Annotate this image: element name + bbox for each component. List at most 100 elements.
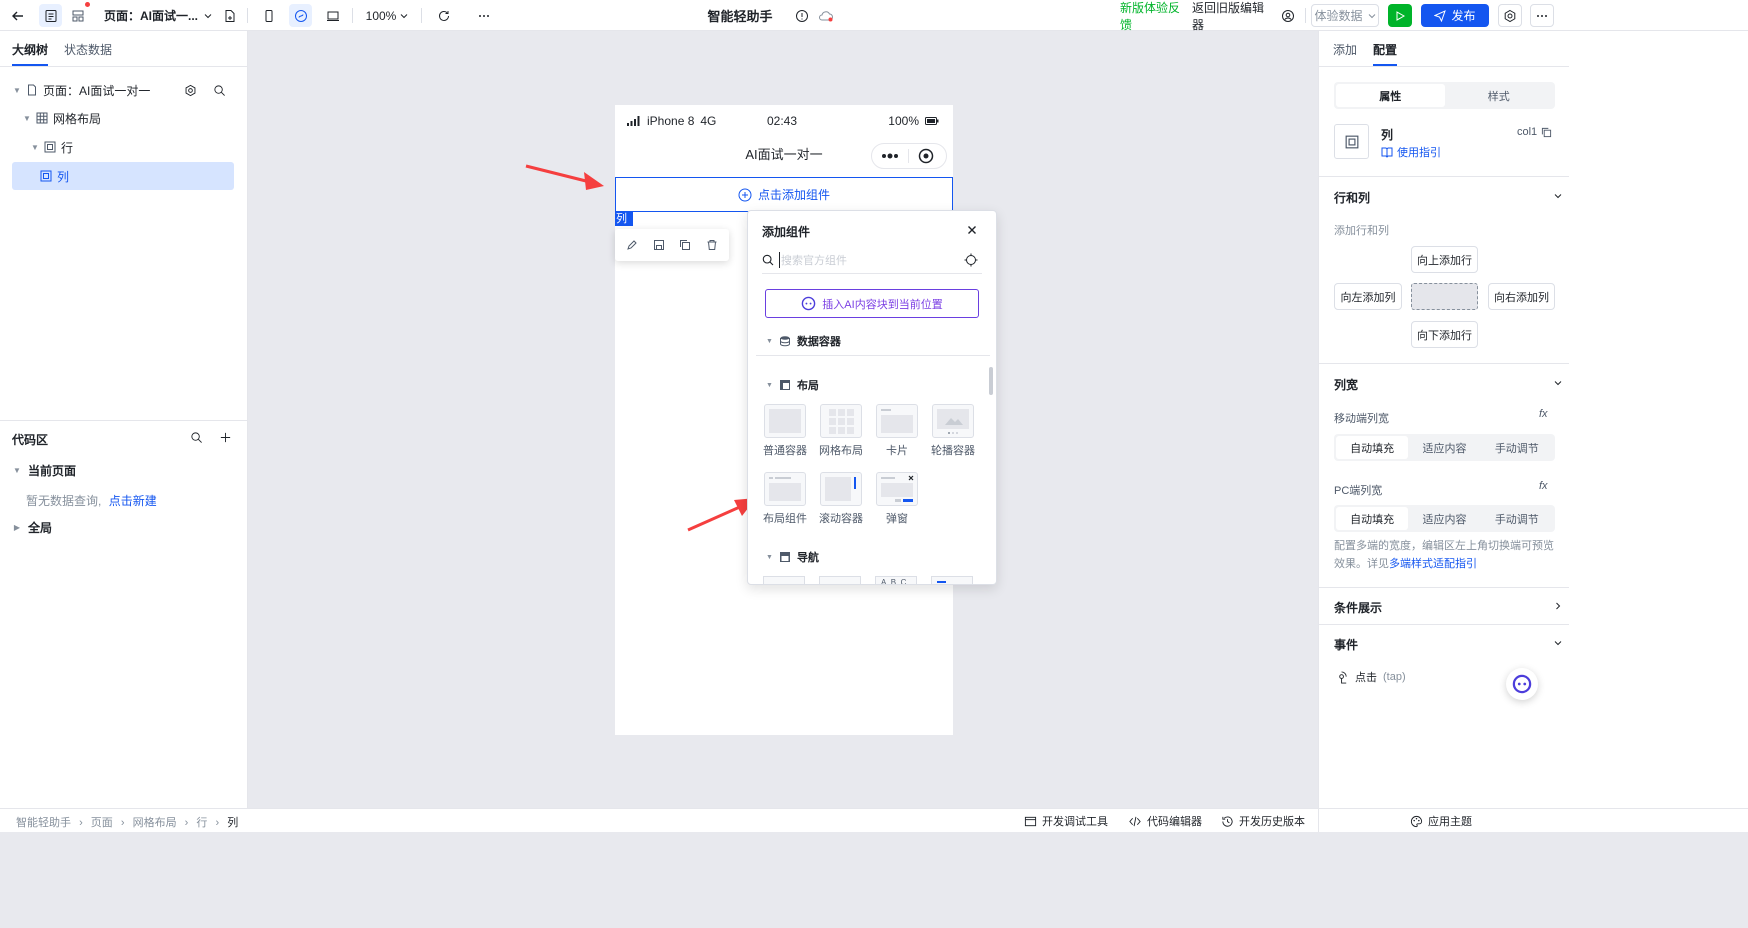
- code-editor-button[interactable]: 代码编辑器: [1128, 813, 1202, 829]
- add-component-slot[interactable]: 点击添加组件: [615, 177, 953, 212]
- gear-icon[interactable]: [184, 84, 197, 97]
- layout-view-icon[interactable]: [66, 2, 90, 27]
- category-nav[interactable]: ▼ 导航: [766, 549, 819, 565]
- comp-modal[interactable]: 弹窗: [875, 472, 919, 526]
- ai-assistant-button[interactable]: [1506, 668, 1538, 700]
- category-layout[interactable]: ▼ 布局: [766, 377, 819, 393]
- option-manual[interactable]: 手动调节: [1481, 507, 1553, 530]
- run-button[interactable]: [1388, 4, 1412, 27]
- create-query-link[interactable]: 点击新建: [109, 494, 157, 508]
- option-fit-content[interactable]: 适应内容: [1408, 507, 1480, 530]
- chevron-right-icon[interactable]: [1553, 601, 1563, 611]
- section-events-title[interactable]: 事件: [1334, 636, 1358, 653]
- section-rows-cols-title[interactable]: 行和列: [1334, 189, 1370, 206]
- copy-icon[interactable]: [679, 239, 691, 251]
- page-view-icon[interactable]: [39, 4, 62, 27]
- breadcrumb-item[interactable]: 智能轻助手: [16, 817, 71, 829]
- add-row-below-button[interactable]: 向下添加行: [1411, 321, 1478, 348]
- search-icon[interactable]: [213, 84, 226, 97]
- locate-icon[interactable]: [964, 253, 978, 267]
- option-auto-fill[interactable]: 自动填充: [1336, 436, 1409, 459]
- tab-outline-tree[interactable]: 大纲树: [12, 41, 49, 66]
- save-icon[interactable]: [653, 239, 665, 251]
- tab-state-data[interactable]: 状态数据: [64, 41, 112, 66]
- close-icon[interactable]: [967, 225, 977, 235]
- experience-data-select[interactable]: 体验数据: [1311, 4, 1379, 27]
- formula-icon[interactable]: fx: [1539, 408, 1548, 420]
- back-arrow-icon[interactable]: [6, 4, 29, 27]
- section-condition-title[interactable]: 条件展示: [1334, 599, 1382, 616]
- multi-end-style-guide-link[interactable]: 多端样式适配指引: [1389, 558, 1477, 570]
- copy-icon[interactable]: [1541, 127, 1552, 138]
- event-tap[interactable]: 点击 (tap): [1336, 669, 1406, 685]
- tab-style[interactable]: 样式: [1445, 84, 1554, 107]
- history-button[interactable]: 开发历史版本: [1221, 813, 1305, 829]
- comp-layout-widget[interactable]: 布局组件: [763, 472, 807, 526]
- comp-grid-layout[interactable]: 网格布局: [819, 404, 863, 458]
- mobile-device-icon[interactable]: [257, 4, 280, 27]
- dev-tools-button[interactable]: 开发调试工具: [1024, 813, 1108, 829]
- close-circle-icon[interactable]: [918, 148, 934, 164]
- chevron-down-icon[interactable]: [1553, 378, 1563, 388]
- refresh-icon[interactable]: [432, 4, 455, 27]
- app-theme-button[interactable]: 应用主题: [1410, 813, 1472, 829]
- breadcrumb-item[interactable]: 行: [196, 817, 207, 829]
- nav-item-thumb-2[interactable]: [819, 576, 861, 584]
- more-menu-button[interactable]: [1530, 4, 1554, 27]
- desktop-device-icon[interactable]: [321, 4, 344, 27]
- publish-button[interactable]: 发布: [1421, 4, 1489, 27]
- comp-carousel[interactable]: 轮播容器: [931, 404, 975, 458]
- cloud-sync-icon[interactable]: [814, 4, 837, 27]
- option-fit-content[interactable]: 适应内容: [1408, 436, 1480, 459]
- delete-icon[interactable]: [706, 239, 718, 251]
- info-icon[interactable]: [790, 4, 813, 27]
- tab-add[interactable]: 添加: [1333, 41, 1357, 66]
- add-col-right-button[interactable]: 向右添加列: [1488, 283, 1555, 310]
- chevron-down-icon[interactable]: [1553, 191, 1563, 201]
- tree-item-column[interactable]: 列: [12, 162, 234, 190]
- nav-item-thumb-1[interactable]: [763, 576, 805, 584]
- comp-card[interactable]: 卡片: [875, 404, 919, 458]
- add-row-above-button[interactable]: 向上添加行: [1411, 246, 1478, 273]
- more-icon[interactable]: [472, 4, 495, 27]
- breadcrumb-item[interactable]: 网格布局: [133, 817, 177, 829]
- capsule-button[interactable]: [871, 143, 947, 169]
- page-selector[interactable]: 页面：AI面试一...: [104, 4, 212, 27]
- component-search[interactable]: 搜索官方组件: [762, 246, 982, 274]
- tab-config[interactable]: 配置: [1373, 41, 1398, 66]
- settings-button[interactable]: [1498, 4, 1522, 27]
- breadcrumb-item-current[interactable]: 列: [227, 817, 238, 829]
- nav-item-thumb-3[interactable]: A B C: [875, 576, 917, 584]
- back-old-editor-link[interactable]: 返回旧版编辑器: [1192, 1, 1270, 32]
- ai-insert-button[interactable]: 插入AI内容块到当前位置: [765, 289, 979, 318]
- popup-scrollbar[interactable]: [989, 367, 993, 395]
- new-page-icon[interactable]: [218, 4, 241, 27]
- search-icon[interactable]: [190, 431, 203, 444]
- tab-attributes[interactable]: 属性: [1336, 84, 1445, 107]
- miniprogram-device-icon[interactable]: [289, 4, 312, 27]
- zoom-selector[interactable]: 100%: [362, 4, 412, 27]
- user-icon[interactable]: [1276, 4, 1299, 27]
- tree-item-grid[interactable]: ▼ 网格布局: [12, 104, 234, 132]
- plus-icon[interactable]: [219, 431, 232, 444]
- formula-icon[interactable]: fx: [1539, 480, 1548, 492]
- category-data-container[interactable]: ▼ 数据容器: [766, 333, 841, 349]
- edit-icon[interactable]: [626, 239, 638, 251]
- plus-circle-icon: [738, 188, 752, 201]
- tree-item-page[interactable]: ▼ 页面：AI面试一对一: [12, 76, 234, 104]
- usage-guide-link[interactable]: 使用指引: [1381, 144, 1441, 160]
- more-dots-icon[interactable]: [881, 153, 899, 159]
- feedback-link[interactable]: 新版体验反馈: [1120, 1, 1186, 32]
- comp-scroll-container[interactable]: 滚动容器: [819, 472, 863, 526]
- section-col-width-title[interactable]: 列宽: [1334, 376, 1358, 393]
- code-global[interactable]: ▶ 全局: [12, 513, 234, 541]
- nav-item-thumb-4[interactable]: [931, 576, 973, 584]
- comp-normal-container[interactable]: 普通容器: [763, 404, 807, 458]
- option-auto-fill[interactable]: 自动填充: [1336, 507, 1409, 530]
- option-manual[interactable]: 手动调节: [1481, 436, 1553, 459]
- code-current-page[interactable]: ▼ 当前页面: [12, 456, 234, 484]
- tree-item-row[interactable]: ▼ 行: [12, 133, 234, 161]
- chevron-down-icon[interactable]: [1553, 638, 1563, 648]
- breadcrumb-item[interactable]: 页面: [91, 817, 113, 829]
- add-col-left-button[interactable]: 向左添加列: [1334, 283, 1402, 310]
